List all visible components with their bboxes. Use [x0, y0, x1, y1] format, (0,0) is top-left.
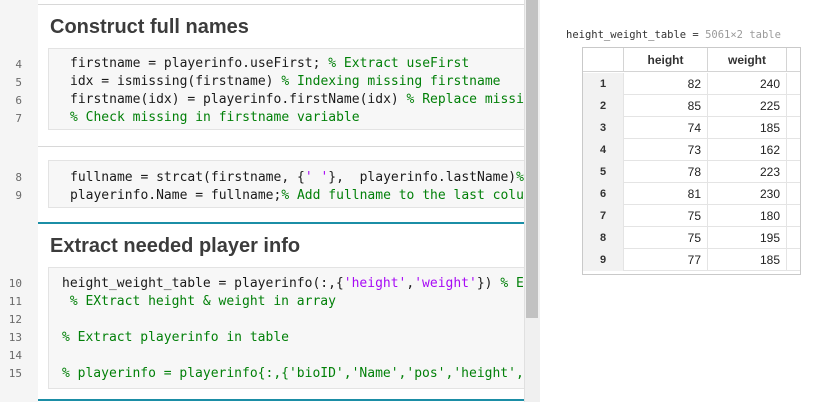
code-block[interactable]: fullname = strcat(firstname, {' '}, play…: [48, 160, 524, 208]
row-index: 9: [583, 249, 623, 271]
line-number: 13: [8, 331, 22, 344]
code-comment: % Extract playerinfo in table: [62, 330, 289, 345]
column-header-height[interactable]: height: [623, 48, 707, 72]
variable-table[interactable]: height weight 1 82 240 2 85 225 3 74 185 4 73 162 5 7…: [582, 47, 801, 275]
cell-weight[interactable]: 180: [707, 205, 787, 227]
cell-height[interactable]: 82: [623, 73, 707, 95]
cell-divider: [38, 146, 524, 147]
cell-divider: [38, 4, 524, 5]
code-comment: % playerinfo = playerinfo{:,{'bioID','Na…: [62, 366, 524, 381]
code-text: fullname = strcat(firstname, {: [70, 170, 305, 185]
code-line[interactable]: playerinfo.Name = fullname;% Add fullnam…: [70, 187, 524, 205]
code-comment: % Add fullname to the last colum: [281, 188, 524, 203]
code-line[interactable]: firstname(idx) = playerinfo.firstName(id…: [70, 91, 524, 109]
code-block[interactable]: height_weight_table = playerinfo(:,{'hei…: [48, 267, 524, 389]
table-row[interactable]: 7 75 180: [583, 205, 800, 227]
active-cell-divider: [38, 222, 524, 224]
table-row[interactable]: 5 78 223: [583, 161, 800, 183]
section-heading-construct-names[interactable]: Construct full names: [50, 16, 249, 39]
row-index: 8: [583, 227, 623, 249]
code-comment: % EXtract height & weight in array: [62, 294, 336, 309]
vertical-scrollbar-thumb[interactable]: [526, 0, 538, 318]
active-cell-divider: [38, 399, 524, 401]
table-row[interactable]: 6 81 230: [583, 183, 800, 205]
cell-height[interactable]: 78: [623, 161, 707, 183]
cell-weight[interactable]: 162: [707, 139, 787, 161]
code-comment: % Ex: [500, 276, 524, 291]
line-number: 12: [8, 313, 22, 326]
row-index: 1: [583, 73, 623, 95]
line-number: 11: [8, 295, 22, 308]
code-comment: % Check missing in firstname variable: [70, 110, 360, 125]
line-number: 14: [8, 349, 22, 362]
table-row[interactable]: 8 75 195: [583, 227, 800, 249]
section-heading-extract-info[interactable]: Extract needed player info: [50, 235, 300, 258]
code-text: idx = ismissing(firstname): [70, 74, 282, 89]
code-string: 'weight': [414, 276, 477, 291]
code-text: playerinfo.Name = fullname;: [70, 188, 282, 203]
row-index: 6: [583, 183, 623, 205]
line-number: 7: [15, 112, 22, 125]
row-index: 2: [583, 95, 623, 117]
line-number: 6: [15, 94, 22, 107]
row-index: 4: [583, 139, 623, 161]
code-line[interactable]: % Extract playerinfo in table: [62, 329, 289, 347]
live-editor[interactable]: 4 5 6 7 8 9 10 11 12 13 14 15 Construct …: [0, 0, 540, 402]
table-row[interactable]: 3 74 185: [583, 117, 800, 139]
cell-height[interactable]: 75: [623, 227, 707, 249]
cell-weight[interactable]: 185: [707, 117, 787, 139]
code-text: }): [476, 276, 501, 291]
cell-height[interactable]: 77: [623, 249, 707, 271]
line-number: 15: [8, 367, 22, 380]
table-row[interactable]: 9 77 185: [583, 249, 800, 271]
code-text: firstname = playerinfo.useFirst;: [70, 56, 329, 71]
table-row[interactable]: 4 73 162: [583, 139, 800, 161]
cell-height[interactable]: 85: [623, 95, 707, 117]
code-text: height_weight_table = playerinfo(:,{: [62, 276, 344, 291]
line-number-gutter: 4 5 6 7 8 9 10 11 12 13 14 15: [0, 0, 38, 402]
row-index: 7: [583, 205, 623, 227]
cell-height[interactable]: 75: [623, 205, 707, 227]
cell-weight[interactable]: 223: [707, 161, 787, 183]
cell-weight[interactable]: 195: [707, 227, 787, 249]
output-variable-label: height_weight_table = 5061×2 table: [566, 29, 781, 41]
code-line[interactable]: idx = ismissing(firstname) % Indexing mi…: [70, 73, 500, 91]
code-text: }, playerinfo.lastName): [328, 170, 517, 185]
cell-weight[interactable]: 225: [707, 95, 787, 117]
cell-height[interactable]: 81: [623, 183, 707, 205]
table-row[interactable]: 2 85 225: [583, 95, 800, 117]
code-comment: %: [516, 170, 524, 185]
line-number: 10: [8, 277, 22, 290]
cell-height[interactable]: 74: [623, 117, 707, 139]
code-string: 'height': [343, 276, 407, 291]
row-index: 3: [583, 117, 623, 139]
row-index: 5: [583, 161, 623, 183]
line-number: 5: [15, 76, 22, 89]
code-line[interactable]: % EXtract height & weight in array: [62, 293, 336, 311]
code-comment: % Replace missin: [406, 92, 524, 107]
cell-weight[interactable]: 230: [707, 183, 787, 205]
table-header: height weight: [583, 48, 800, 72]
column-header-weight[interactable]: weight: [707, 48, 787, 72]
cell-weight[interactable]: 185: [707, 249, 787, 271]
variable-equals: =: [686, 29, 706, 41]
code-comment: % Extract useFirst: [328, 56, 470, 71]
code-comment: % Indexing missing firstname: [281, 74, 501, 89]
cell-height[interactable]: 73: [623, 139, 707, 161]
code-string: ' ': [304, 170, 329, 185]
line-number: 4: [15, 58, 22, 71]
line-number: 9: [15, 189, 22, 202]
variable-size-info: 5061×2 table: [705, 29, 781, 41]
code-line[interactable]: % playerinfo = playerinfo{:,{'bioID','Na…: [62, 365, 524, 383]
code-line[interactable]: % Check missing in firstname variable: [70, 109, 360, 127]
cell-weight[interactable]: 240: [707, 73, 787, 95]
table-row[interactable]: 1 82 240: [583, 73, 800, 95]
code-line[interactable]: height_weight_table = playerinfo(:,{'hei…: [62, 275, 524, 293]
code-line[interactable]: firstname = playerinfo.useFirst; % Extra…: [70, 55, 469, 73]
code-text: firstname(idx) = playerinfo.firstName(id…: [70, 92, 407, 107]
variable-name: height_weight_table: [566, 29, 687, 41]
line-number: 8: [15, 171, 22, 184]
code-block[interactable]: firstname = playerinfo.useFirst; % Extra…: [48, 48, 524, 130]
code-line[interactable]: fullname = strcat(firstname, {' '}, play…: [70, 169, 524, 187]
